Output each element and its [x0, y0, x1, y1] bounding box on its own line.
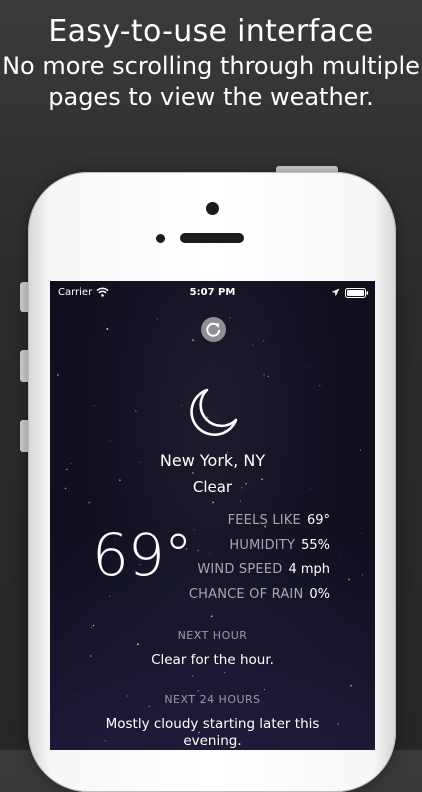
star	[350, 684, 353, 687]
stat-label: WIND SPEED	[197, 562, 283, 577]
star	[212, 501, 215, 504]
stat-value: 4 mph	[288, 562, 330, 577]
volume-down-button	[20, 420, 28, 452]
stat-label: HUMIDITY	[229, 537, 296, 553]
front-camera	[206, 202, 219, 215]
stat-value: 69°	[306, 513, 330, 528]
star	[136, 643, 139, 646]
star	[197, 690, 200, 692]
stat-humidity: HUMIDITY 55%	[168, 534, 330, 559]
refresh-icon	[206, 322, 221, 337]
star	[306, 366, 308, 368]
star	[361, 532, 363, 534]
star	[192, 472, 194, 474]
location-arrow-icon	[331, 288, 340, 297]
mute-switch	[20, 282, 28, 312]
star	[191, 675, 194, 677]
refresh-button[interactable]	[201, 317, 226, 342]
star	[134, 410, 137, 412]
star	[337, 723, 339, 725]
star	[319, 384, 321, 387]
earpiece-speaker	[180, 233, 244, 243]
stat-wind-speed: WIND SPEED 4 mph	[168, 558, 330, 583]
star	[88, 501, 91, 504]
moon-icon	[190, 388, 238, 437]
weather-stats: FEELS LIKE 69° HUMIDITY 55% WIND SPEED 4 mp…	[168, 509, 330, 607]
star	[223, 671, 226, 674]
stat-value: 0%	[309, 586, 330, 602]
stat-label: CHANCE OF RAIN	[188, 586, 304, 602]
battery-icon	[345, 288, 369, 298]
stat-chance-of-rain: CHANCE OF RAIN 0%	[168, 583, 330, 608]
star	[210, 615, 213, 618]
star	[252, 344, 254, 346]
app-screen: Carrier 5:07 PM New York, NY Clear 69° F…	[50, 281, 375, 750]
stat-label: FEELS LIKE	[227, 513, 301, 528]
stat-feels-like: FEELS LIKE 69°	[168, 509, 330, 534]
next-24-hours-summary: Mostly cloudy starting later this evenin…	[105, 716, 320, 749]
star	[180, 404, 183, 406]
star	[57, 374, 59, 376]
star	[348, 578, 350, 581]
star	[106, 328, 109, 330]
promo-subline: No more scrolling through multiple pages…	[2, 52, 420, 111]
star	[93, 404, 95, 407]
status-bar: Carrier 5:07 PM	[50, 281, 375, 305]
star	[92, 624, 95, 627]
stat-value: 55%	[301, 537, 330, 553]
next-hour-summary: Clear for the hour.	[151, 652, 274, 668]
star	[267, 375, 270, 378]
current-condition: Clear	[192, 478, 233, 496]
star	[361, 574, 364, 576]
star	[229, 317, 231, 319]
star	[239, 500, 241, 502]
star	[263, 340, 265, 342]
star	[263, 373, 265, 376]
star	[156, 318, 158, 320]
star	[192, 339, 195, 342]
star	[264, 689, 266, 691]
promo-headline-block: Easy-to-use interface No more scrolling …	[0, 14, 422, 113]
status-time: 5:07 PM	[189, 287, 236, 298]
next-hour-heading: NEXT HOUR	[177, 629, 248, 642]
star	[104, 323, 106, 324]
promo-headline: Easy-to-use interface	[48, 14, 374, 49]
proximity-sensor	[156, 234, 165, 243]
star	[340, 556, 342, 558]
star	[110, 440, 112, 442]
volume-up-button	[20, 350, 28, 382]
next-24-hours-heading: NEXT 24 HOURS	[164, 693, 261, 706]
star	[109, 595, 111, 597]
city-name: New York, NY	[159, 451, 266, 470]
